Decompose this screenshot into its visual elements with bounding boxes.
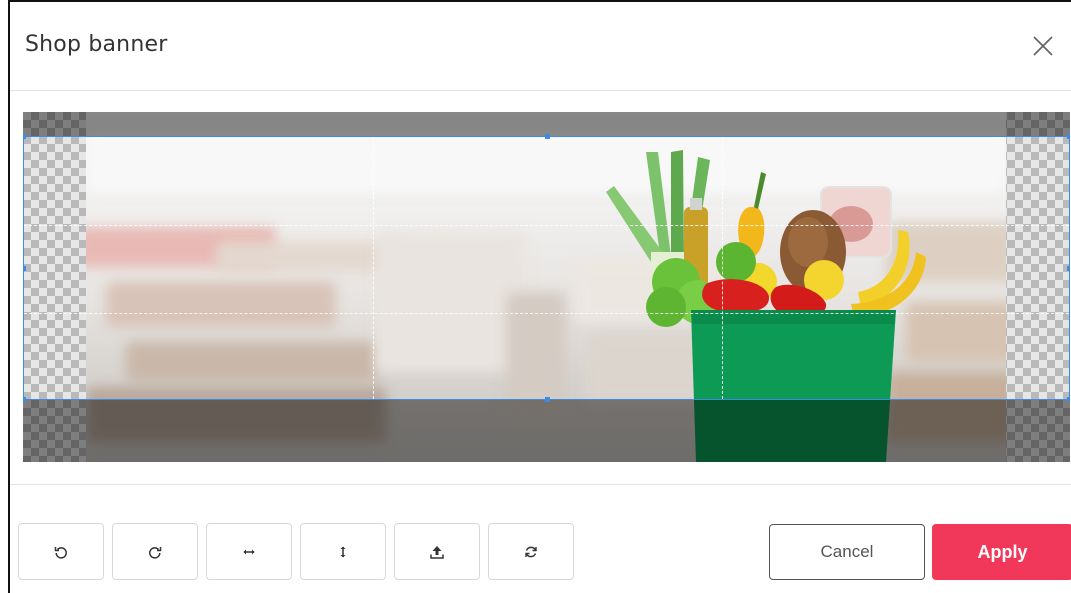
image-cropper[interactable] [23,112,1070,462]
reset-button[interactable] [488,523,574,580]
reset-icon [525,546,537,557]
footer-divider [10,484,1071,485]
close-icon[interactable] [1029,32,1057,60]
crop-handle-top-left[interactable] [23,134,26,139]
crop-handle-top-right[interactable] [1067,134,1070,139]
rotate-left-button[interactable] [18,523,104,580]
flip-vertical-button[interactable] [300,523,386,580]
crop-handle-right[interactable] [1067,266,1070,271]
dialog-header: Shop banner [10,2,1071,91]
upload-button[interactable] [394,523,480,580]
flip-horizontal-icon [243,549,255,554]
grocery-bag-illustration [606,150,926,462]
image-crop-dialog: Shop banner Cancel Apply [8,0,1071,593]
flip-horizontal-button[interactable] [206,523,292,580]
crop-handle-left[interactable] [23,266,26,271]
dialog-title: Shop banner [25,32,168,57]
banner-image [86,112,1006,462]
crop-handle-bottom-right[interactable] [1067,397,1070,402]
rotate-left-icon [54,546,67,559]
flip-vertical-icon [340,546,346,557]
rotate-right-button[interactable] [112,523,198,580]
crop-handle-bottom-left[interactable] [23,397,26,402]
apply-button[interactable]: Apply [932,524,1071,580]
rotate-right-icon [149,546,162,559]
cancel-button[interactable]: Cancel [769,524,925,580]
upload-icon [430,545,444,559]
